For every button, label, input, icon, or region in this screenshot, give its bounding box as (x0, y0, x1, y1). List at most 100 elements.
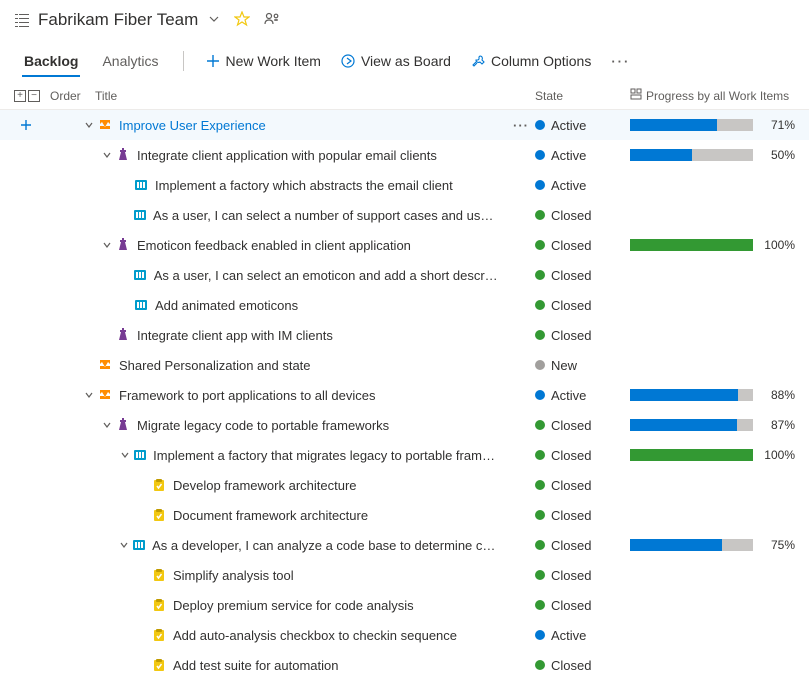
row-progress-cell: 100% (630, 448, 795, 462)
backlog-row[interactable]: Add test suite for automationClosed (0, 650, 809, 680)
state-dot-icon (535, 600, 545, 610)
column-progress[interactable]: Progress by all Work Items (630, 88, 795, 103)
expand-chevron-icon[interactable] (101, 420, 113, 430)
backlog-row[interactable]: Integrate client application with popula… (0, 140, 809, 170)
epic-icon (97, 358, 113, 372)
progress-percent: 100% (759, 238, 795, 252)
board-icon (341, 54, 355, 68)
work-item-title[interactable]: Add auto-analysis checkbox to checkin se… (173, 628, 457, 643)
expand-chevron-icon[interactable] (119, 540, 130, 550)
state-dot-icon (535, 510, 545, 520)
state-label: Closed (551, 598, 591, 613)
favorite-star-icon[interactable] (234, 11, 250, 30)
work-item-title[interactable]: Add test suite for automation (173, 658, 338, 673)
plus-icon (206, 54, 220, 68)
work-item-title[interactable]: Framework to port applications to all de… (119, 388, 376, 403)
row-title-cell: Simplify analysis tool (83, 568, 507, 583)
backlog-row[interactable]: Improve User Experience···Active71% (0, 110, 809, 140)
backlog-row[interactable]: Integrate client app with IM clientsClos… (0, 320, 809, 350)
row-context-menu[interactable]: ··· (507, 118, 535, 133)
backlog-row[interactable]: Implement a factory which abstracts the … (0, 170, 809, 200)
expand-chevron-icon[interactable] (83, 390, 95, 400)
view-as-board-button[interactable]: View as Board (333, 47, 459, 75)
expand-chevron-icon[interactable] (101, 150, 113, 160)
work-item-title[interactable]: Emoticon feedback enabled in client appl… (137, 238, 411, 253)
more-actions-button[interactable]: ··· (603, 48, 638, 75)
work-item-title[interactable]: Add animated emoticons (155, 298, 298, 313)
row-title-cell: Integrate client app with IM clients (83, 328, 507, 343)
add-child-button[interactable] (14, 119, 38, 131)
pbi-icon (132, 448, 147, 462)
backlog-row[interactable]: Add animated emoticons Closed (0, 290, 809, 320)
work-item-title[interactable]: As a user, I can select a number of supp… (153, 208, 499, 223)
backlog-row[interactable]: Develop framework architectureClosed (0, 470, 809, 500)
progress-bar (630, 239, 753, 251)
task-icon (151, 568, 167, 582)
work-item-title[interactable]: Improve User Experience (119, 118, 266, 133)
tab-analytics[interactable]: Analytics (92, 45, 168, 77)
state-dot-icon (535, 270, 545, 280)
state-label: Closed (551, 508, 591, 523)
team-title[interactable]: Fabrikam Fiber Team (38, 10, 198, 30)
work-item-title[interactable]: Deploy premium service for code analysis (173, 598, 414, 613)
row-state-cell: Active (535, 118, 630, 133)
column-title[interactable]: Title (95, 89, 535, 103)
collapse-all-button[interactable]: − (28, 90, 40, 102)
state-label: Closed (551, 298, 591, 313)
progress-percent: 87% (759, 418, 795, 432)
backlog-row[interactable]: Shared Personalization and stateNew (0, 350, 809, 380)
work-item-title[interactable]: As a developer, I can analyze a code bas… (152, 538, 499, 553)
row-progress-cell: 87% (630, 418, 795, 432)
work-item-title[interactable]: Implement a factory which abstracts the … (155, 178, 453, 193)
column-options-button[interactable]: Column Options (463, 47, 599, 75)
work-item-title[interactable]: Simplify analysis tool (173, 568, 294, 583)
state-dot-icon (535, 480, 545, 490)
tab-backlog[interactable]: Backlog (14, 45, 88, 77)
backlog-row[interactable]: As a user, I can select an emoticon and … (0, 260, 809, 290)
backlog-row[interactable]: Migrate legacy code to portable framewor… (0, 410, 809, 440)
work-item-title[interactable]: Migrate legacy code to portable framewor… (137, 418, 389, 433)
work-item-title[interactable]: Shared Personalization and state (119, 358, 311, 373)
backlog-row[interactable]: Emoticon feedback enabled in client appl… (0, 230, 809, 260)
backlog-row[interactable]: As a user, I can select a number of supp… (0, 200, 809, 230)
backlog-row[interactable]: Implement a factory that migrates legacy… (0, 440, 809, 470)
expand-chevron-icon[interactable] (119, 450, 130, 460)
state-dot-icon (535, 390, 545, 400)
backlog-row[interactable]: As a developer, I can analyze a code bas… (0, 530, 809, 560)
expand-chevron-icon[interactable] (83, 120, 95, 130)
work-item-title[interactable]: Integrate client app with IM clients (137, 328, 333, 343)
feature-icon (115, 418, 131, 432)
progress-bar-fill (630, 149, 692, 161)
column-order[interactable]: Order (50, 89, 95, 103)
expand-all-button[interactable]: + (14, 90, 26, 102)
expand-collapse-controls: + − (14, 90, 40, 102)
chevron-down-icon[interactable] (208, 13, 220, 28)
state-label: Active (551, 118, 586, 133)
backlog-row[interactable]: Deploy premium service for code analysis… (0, 590, 809, 620)
row-title-cell: Implement a factory that migrates legacy… (83, 448, 507, 463)
progress-bar (630, 449, 753, 461)
work-item-title[interactable]: As a user, I can select an emoticon and … (154, 268, 499, 283)
row-progress-cell: 100% (630, 238, 795, 252)
backlog-row[interactable]: Simplify analysis toolClosed (0, 560, 809, 590)
progress-percent: 75% (759, 538, 795, 552)
row-title-cell: Add test suite for automation (83, 658, 507, 673)
column-state[interactable]: State (535, 89, 630, 103)
new-work-item-button[interactable]: New Work Item (198, 47, 329, 75)
state-label: Active (551, 148, 586, 163)
backlog-row[interactable]: Document framework architecture Closed (0, 500, 809, 530)
work-item-title[interactable]: Integrate client application with popula… (137, 148, 437, 163)
row-state-cell: Closed (535, 208, 630, 223)
team-members-icon[interactable] (264, 11, 280, 30)
row-state-cell: Active (535, 178, 630, 193)
backlog-row[interactable]: Add auto-analysis checkbox to checkin se… (0, 620, 809, 650)
expand-chevron-icon[interactable] (101, 240, 113, 250)
work-item-title[interactable]: Implement a factory that migrates legacy… (153, 448, 499, 463)
row-progress-cell: 75% (630, 538, 795, 552)
work-item-title[interactable]: Develop framework architecture (173, 478, 357, 493)
backlog-row[interactable]: Framework to port applications to all de… (0, 380, 809, 410)
work-item-title[interactable]: Document framework architecture (173, 508, 368, 523)
state-label: Active (551, 178, 586, 193)
task-icon (151, 658, 167, 672)
row-progress-cell: 88% (630, 388, 795, 402)
